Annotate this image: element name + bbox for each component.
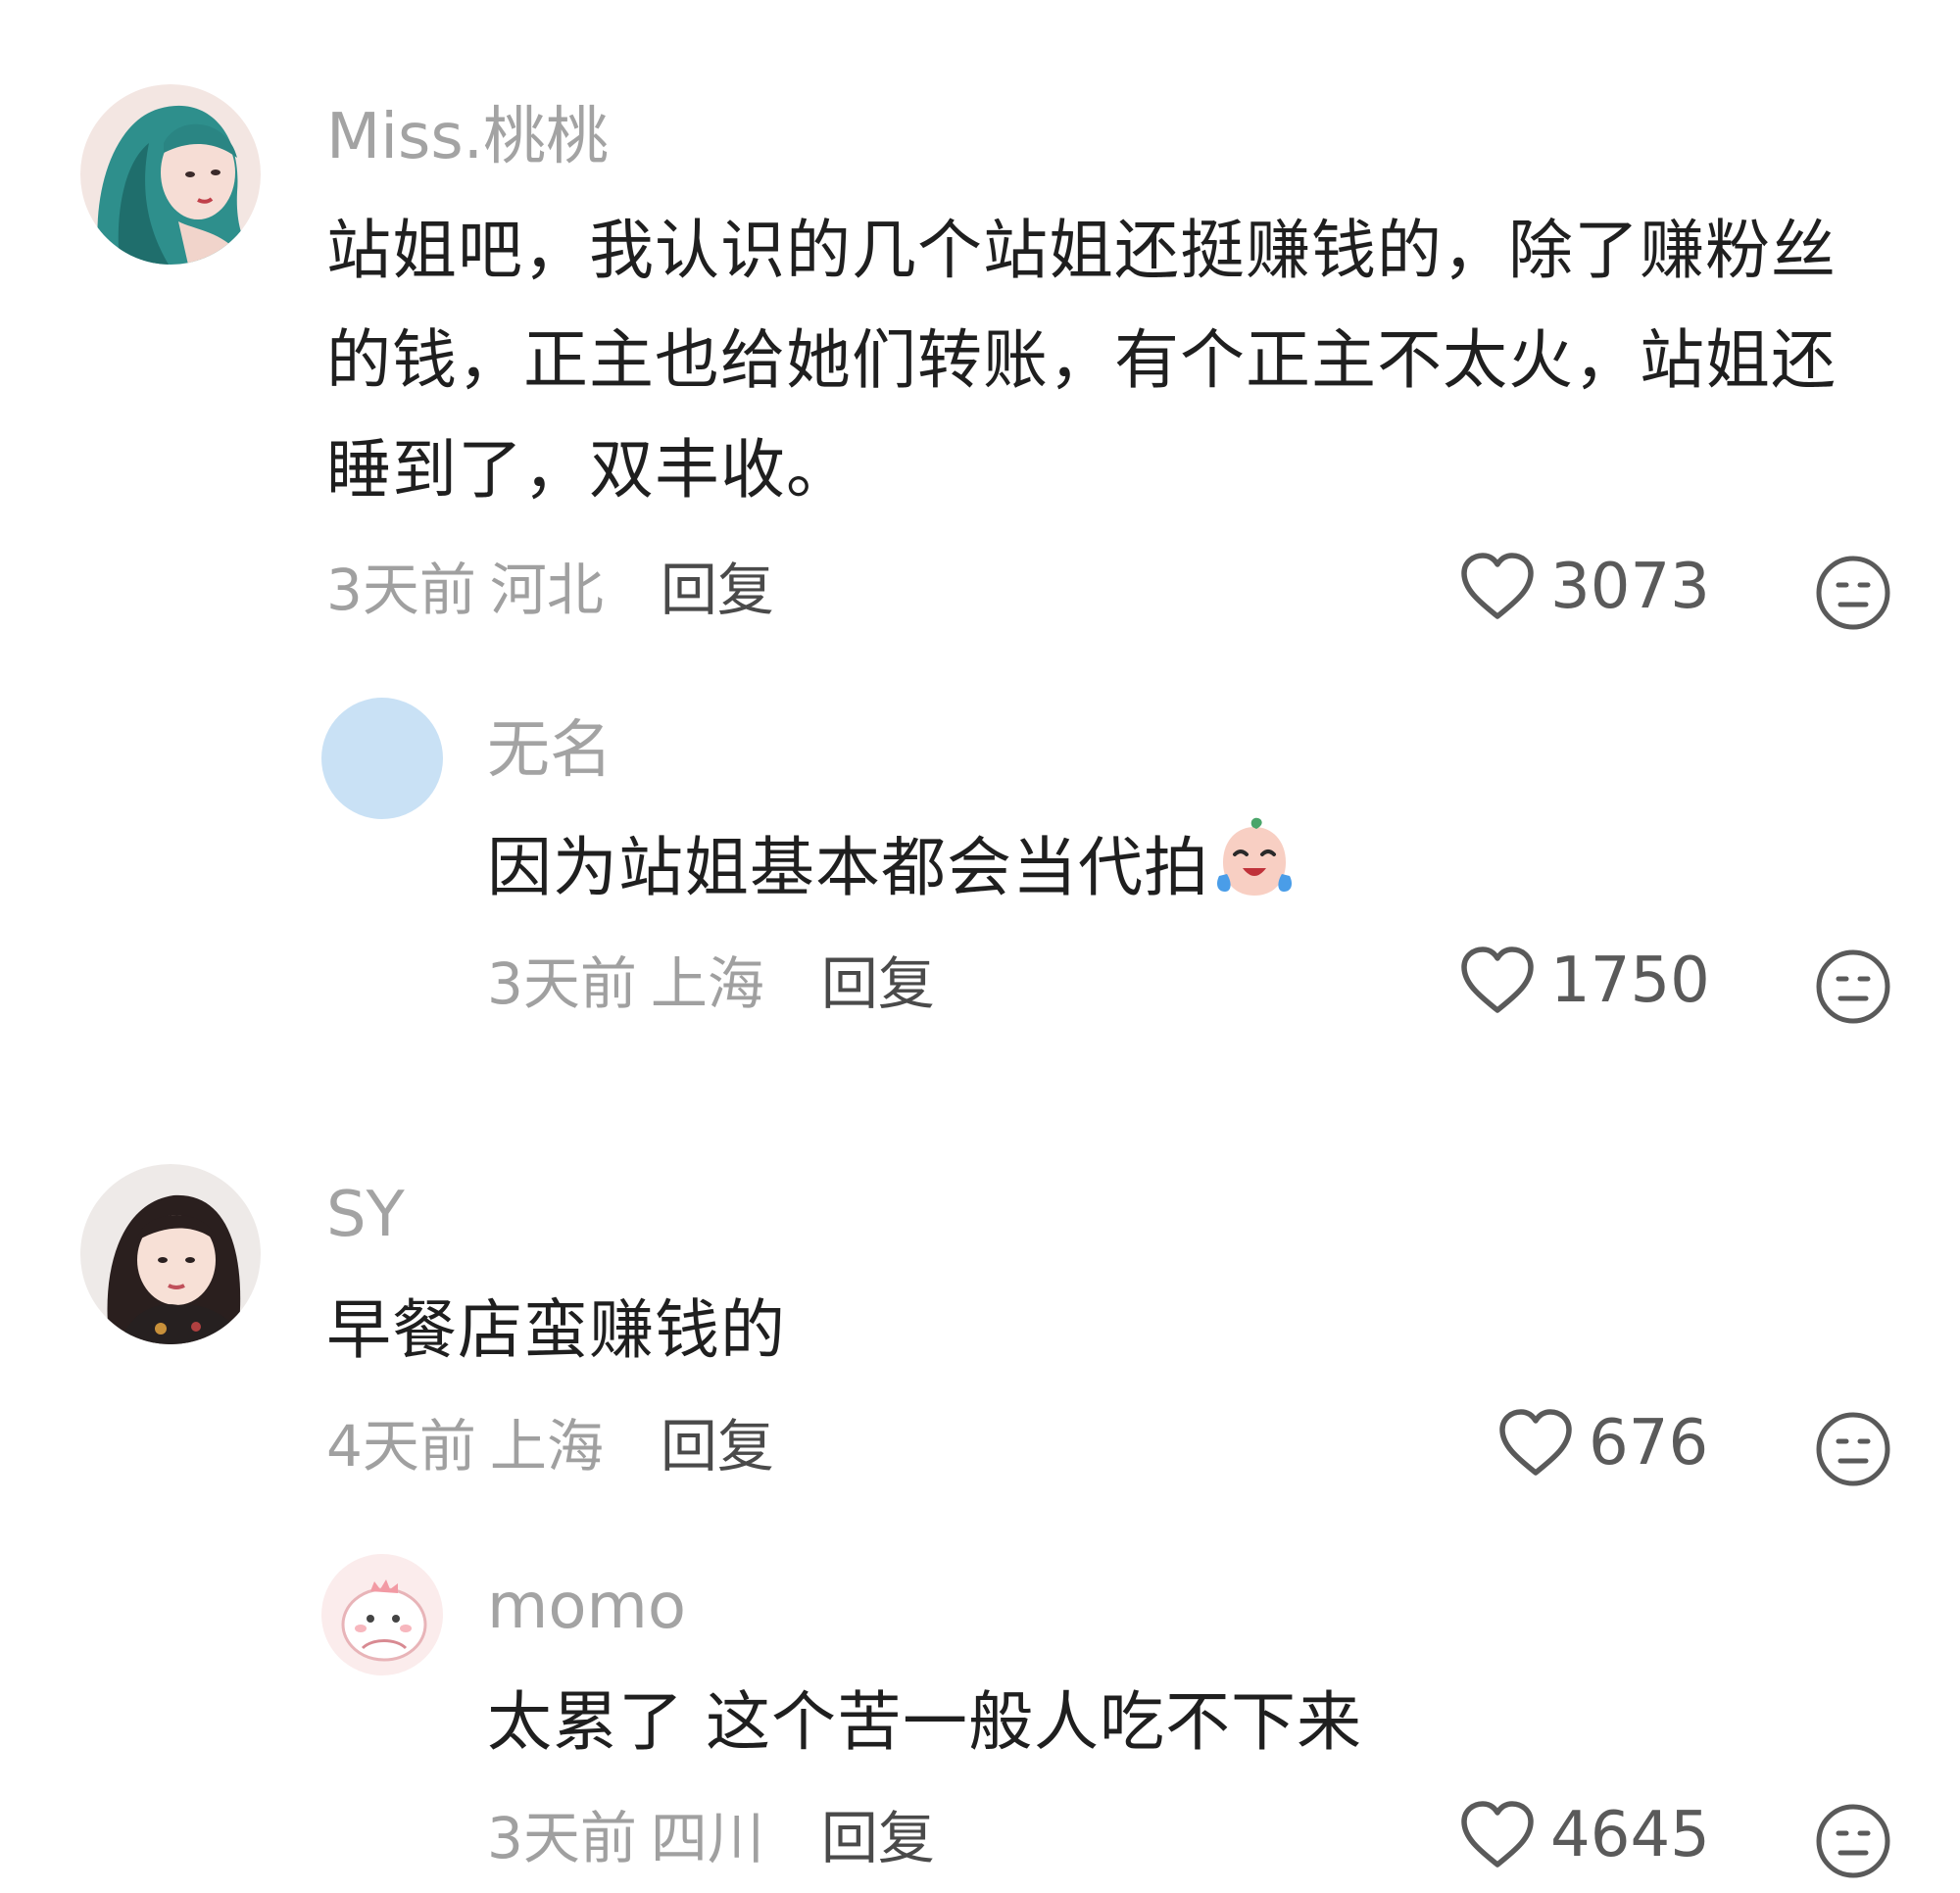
user-avatar[interactable]	[80, 1164, 261, 1344]
comment-time: 3天前	[487, 950, 637, 1017]
user-avatar[interactable]	[321, 698, 443, 819]
heart-icon	[1461, 1801, 1534, 1868]
comment-location: 上海	[489, 1413, 604, 1480]
username[interactable]: SY	[326, 1176, 405, 1254]
user-avatar[interactable]	[80, 84, 261, 265]
username[interactable]: momo	[487, 1568, 686, 1646]
user-avatar[interactable]	[321, 1554, 443, 1675]
like-count: 3073	[1550, 551, 1710, 623]
heart-icon	[1499, 1409, 1572, 1476]
like-button[interactable]: 676	[1496, 1407, 1708, 1480]
comment-text: 因为站姐基本都会当代拍	[487, 813, 1859, 923]
like-button[interactable]: 1750	[1458, 945, 1710, 1017]
dislike-face-icon[interactable]	[1815, 1803, 1891, 1879]
comment-meta: 3天前 四川 回复	[487, 1799, 935, 1877]
dislike-face-icon[interactable]	[1815, 948, 1891, 1025]
like-button[interactable]: 3073	[1458, 551, 1710, 623]
comment-time: 4天前	[326, 1413, 476, 1480]
dislike-face-icon[interactable]	[1815, 555, 1891, 631]
comment-location: 上海	[650, 950, 764, 1017]
crying-laughing-emoji-icon	[1217, 817, 1292, 896]
heart-icon	[1461, 946, 1534, 1013]
like-count: 676	[1589, 1407, 1709, 1480]
heart-icon	[1461, 553, 1534, 619]
username[interactable]: Miss.桃桃	[326, 98, 609, 176]
comment-text: 站姐吧，我认识的几个站姐还挺赚钱的，除了赚粉丝的钱，正主也给她们转账，有个正主不…	[326, 213, 1837, 508]
username[interactable]: 无名	[487, 711, 612, 790]
reply-button[interactable]: 回复	[661, 1413, 774, 1480]
reply-button[interactable]: 回复	[661, 557, 774, 623]
dislike-face-icon[interactable]	[1815, 1411, 1891, 1487]
comment-text: 早餐店蛮赚钱的	[326, 1292, 786, 1368]
like-button[interactable]: 4645	[1458, 1799, 1710, 1871]
like-count: 1750	[1550, 945, 1710, 1017]
comment-time: 3天前	[487, 1805, 637, 1871]
reply-button[interactable]: 回复	[821, 1805, 935, 1871]
like-count: 4645	[1550, 1799, 1710, 1871]
comment-meta: 3天前 河北 回复	[326, 551, 774, 629]
reply-button[interactable]: 回复	[821, 950, 935, 1017]
comment-text-content: 因为站姐基本都会当代拍	[487, 830, 1209, 905]
comment-meta: 4天前 上海 回复	[326, 1407, 774, 1485]
comment-meta: 3天前 上海 回复	[487, 945, 935, 1023]
comment-location: 河北	[489, 557, 604, 623]
comment-time: 3天前	[326, 557, 476, 623]
comment-text: 太累了 这个苦一般人吃不下来	[487, 1684, 1362, 1760]
comment-location: 四川	[650, 1805, 764, 1871]
